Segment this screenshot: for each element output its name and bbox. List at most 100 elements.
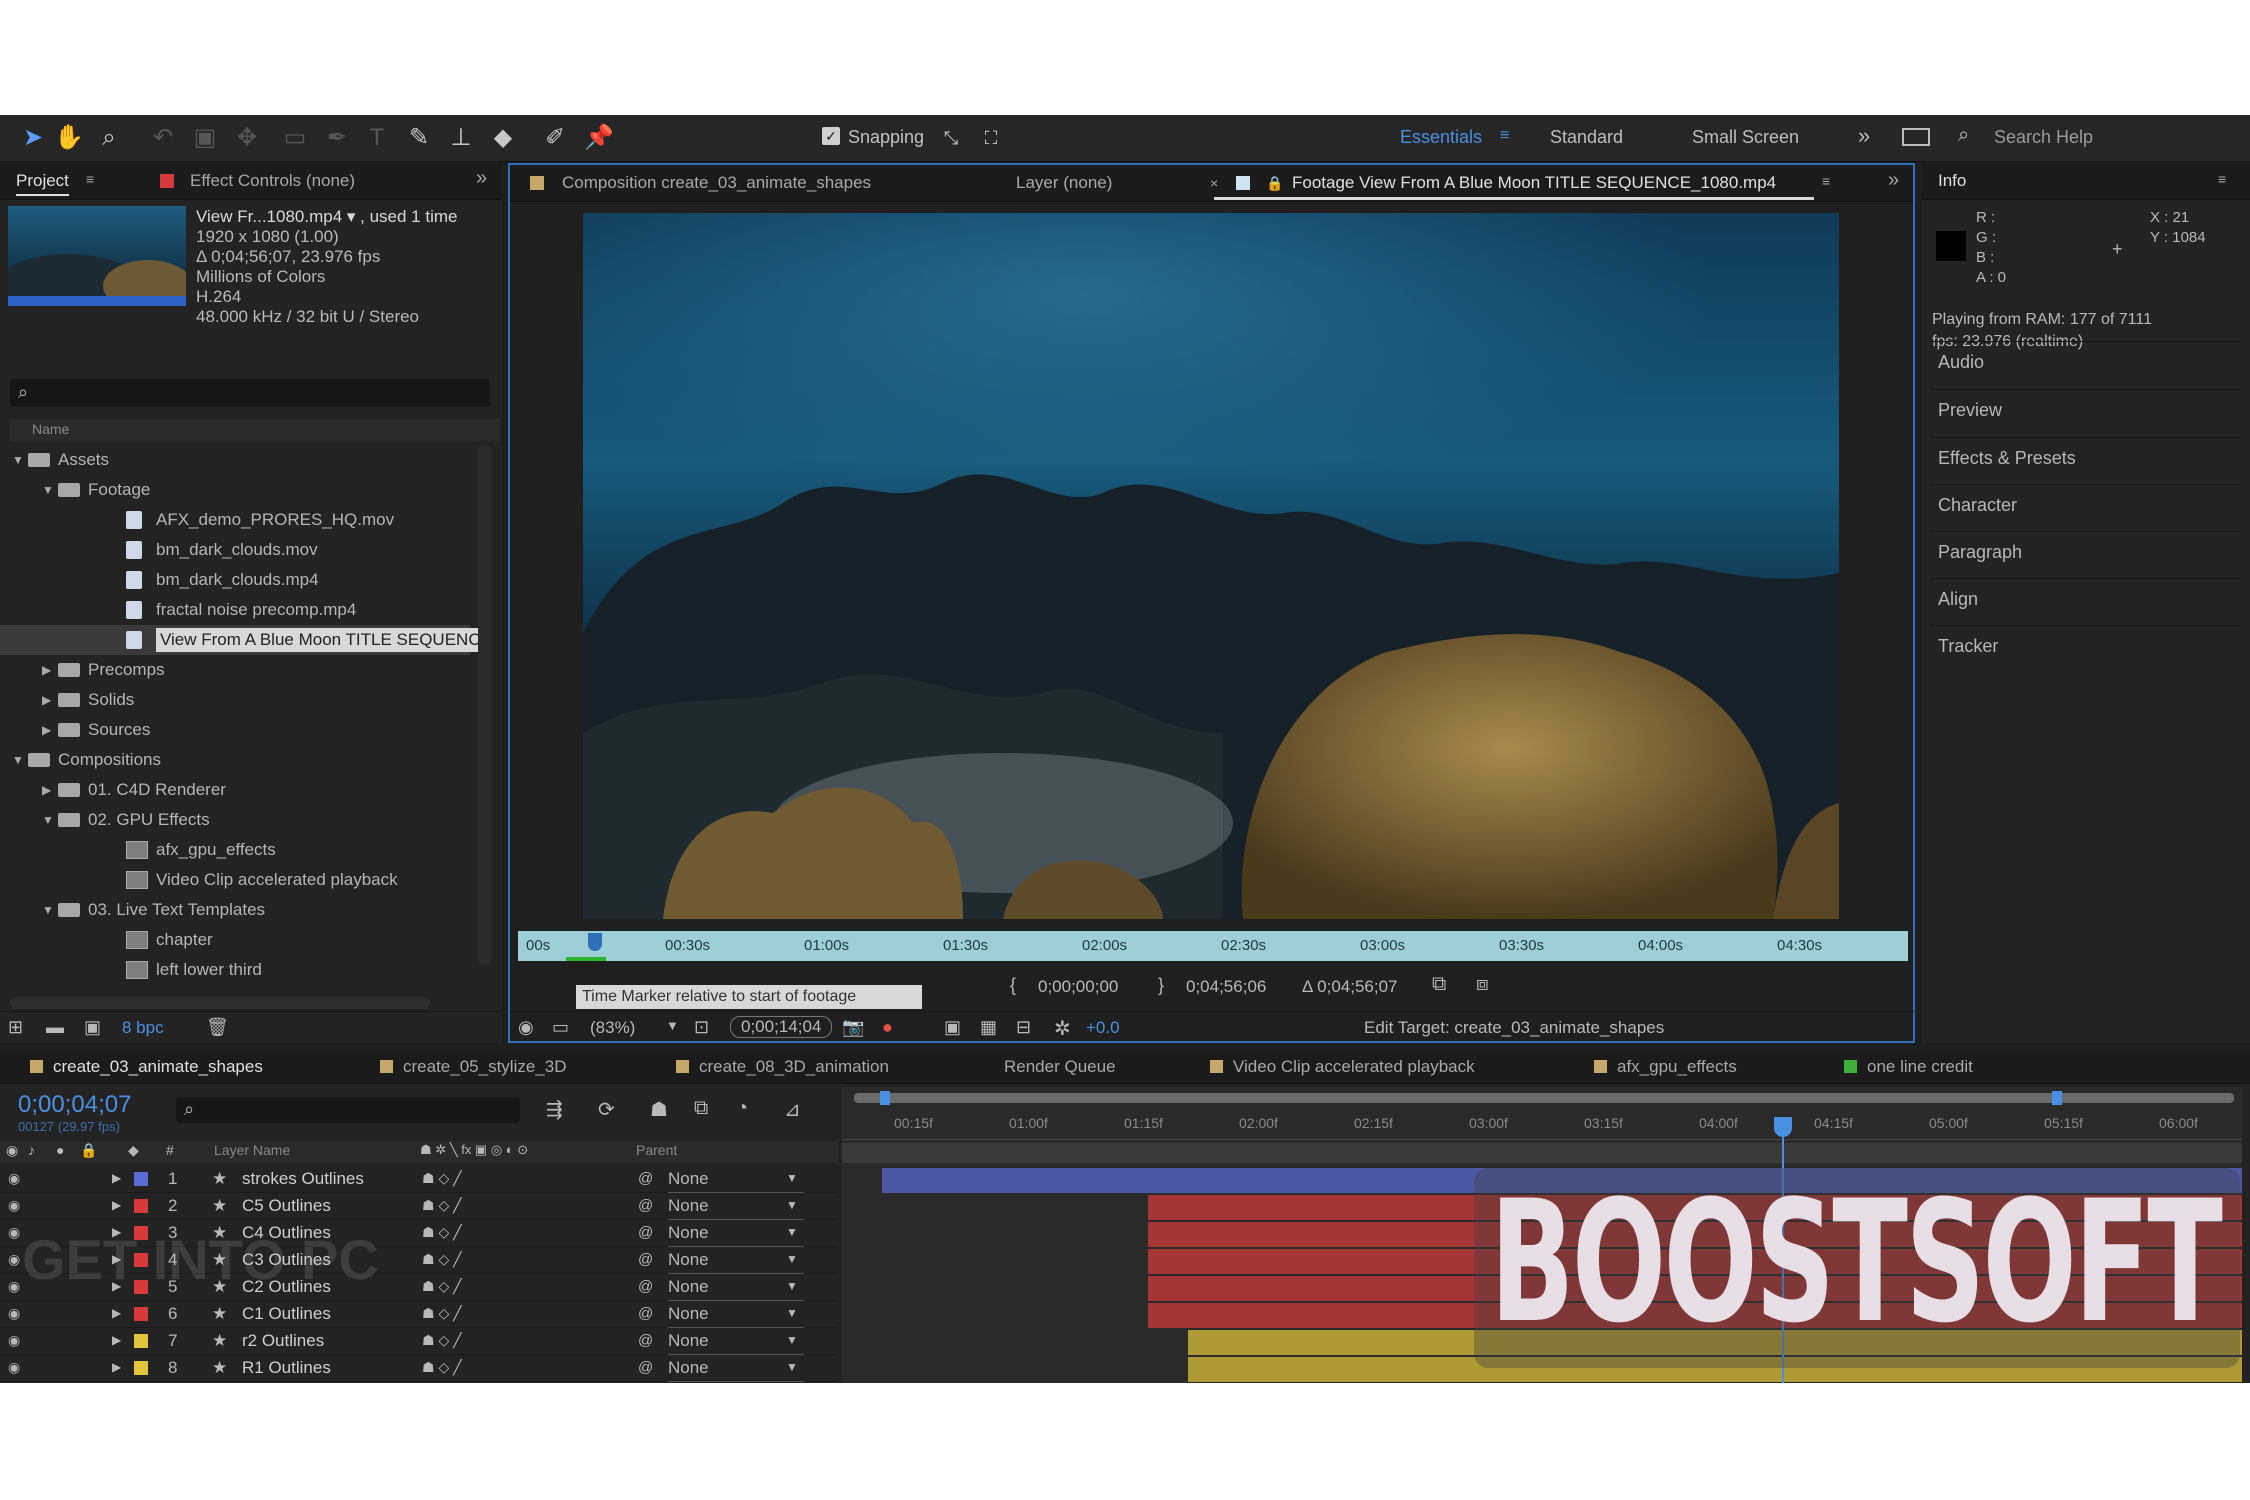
project-footage-item[interactable]: bm_dark_clouds.mov: [0, 535, 470, 565]
project-folder[interactable]: ▶ Precomps: [0, 655, 470, 685]
column-name-label[interactable]: Name: [32, 421, 69, 437]
search-help-input[interactable]: Search Help: [1994, 127, 2093, 148]
eye-icon[interactable]: ◉: [8, 1300, 20, 1327]
twirl-right-icon[interactable]: ▶: [112, 1300, 121, 1327]
parent-dropdown[interactable]: None: [668, 1246, 804, 1274]
comp-mini-flowchart-icon[interactable]: ⇶: [546, 1097, 563, 1122]
layer-label-color[interactable]: [134, 1361, 148, 1375]
draft-3d-icon[interactable]: ⊟: [1016, 1017, 1031, 1038]
viewer-menu-icon[interactable]: ≡: [1822, 173, 1830, 189]
panel-menu-icon[interactable]: ≡: [86, 171, 94, 187]
solo-column-icon[interactable]: ●: [56, 1142, 64, 1158]
tab-layer[interactable]: Layer (none): [1016, 173, 1112, 193]
panel-align[interactable]: Align: [1930, 578, 2240, 618]
panel-tracker[interactable]: Tracker: [1930, 625, 2240, 665]
eye-icon[interactable]: ◉: [8, 1327, 20, 1354]
camera-tool-icon[interactable]: ▣: [190, 123, 220, 153]
twirl-right-icon[interactable]: ▶: [112, 1354, 121, 1381]
layer-switches[interactable]: ☗ ◇ ╱: [422, 1354, 462, 1381]
hand-tool-icon[interactable]: ✋: [54, 123, 84, 153]
eraser-tool-icon[interactable]: ◆: [488, 123, 518, 153]
chevron-down-icon[interactable]: ▼: [786, 1300, 798, 1327]
twirl-right-icon[interactable]: ▶: [42, 775, 51, 805]
tab-info[interactable]: Info: [1938, 171, 1966, 191]
project-folder[interactable]: ▶ 01. C4D Renderer: [0, 775, 470, 805]
in-point-icon[interactable]: {: [1010, 975, 1016, 996]
info-menu-icon[interactable]: ≡: [2218, 171, 2226, 187]
layer-row[interactable]: ◉ ▶ 2 ★ C5 Outlines ☗ ◇ ╱ @ None ▼: [0, 1192, 838, 1220]
project-composition[interactable]: left lower third: [0, 955, 470, 985]
workspace-standard[interactable]: Standard: [1550, 127, 1623, 148]
twirl-right-icon[interactable]: ▶: [42, 655, 51, 685]
layer-label-color[interactable]: [134, 1334, 148, 1348]
twirl-down-icon[interactable]: ▼: [12, 445, 24, 475]
parent-dropdown[interactable]: None: [668, 1300, 804, 1328]
always-preview-icon[interactable]: ◉: [518, 1017, 534, 1038]
overlay-edit-icon[interactable]: ⧈: [1476, 973, 1489, 996]
eye-icon[interactable]: ◉: [8, 1246, 20, 1273]
snapping-checkbox[interactable]: ✓: [822, 127, 840, 145]
layer-row[interactable]: ◉ ▶ 6 ★ C1 Outlines ☗ ◇ ╱ @ None ▼: [0, 1300, 838, 1328]
twirl-right-icon[interactable]: ▶: [42, 715, 51, 745]
out-time-value[interactable]: 0;04;56;06: [1186, 977, 1266, 997]
project-folder[interactable]: ▼ 02. GPU Effects: [0, 805, 470, 835]
draft-3d-toggle-icon[interactable]: ⟳: [598, 1097, 615, 1122]
layer-switches[interactable]: ☗ ◇ ╱: [422, 1327, 462, 1354]
layer-name[interactable]: C1 Outlines: [242, 1300, 331, 1327]
motion-blur-icon[interactable]: ◔: [736, 1097, 748, 1120]
layer-switches[interactable]: ☗ ◇ ╱: [422, 1246, 462, 1273]
graph-editor-icon[interactable]: ⊿: [784, 1097, 801, 1122]
roto-brush-tool-icon[interactable]: ✐: [540, 123, 570, 153]
workspace-small-screen[interactable]: Small Screen: [1692, 127, 1799, 148]
project-folder[interactable]: ▶ Solids: [0, 685, 470, 715]
pick-whip-icon[interactable]: @: [638, 1327, 653, 1354]
pan-behind-tool-icon[interactable]: ✥: [232, 123, 262, 153]
color-channels-icon[interactable]: ●: [882, 1017, 893, 1038]
shy-layers-icon[interactable]: ☗: [650, 1097, 668, 1122]
pick-whip-icon[interactable]: @: [638, 1354, 653, 1381]
parent-dropdown[interactable]: None: [668, 1165, 804, 1193]
transparency-grid-icon[interactable]: ▦: [980, 1017, 997, 1038]
pick-whip-icon[interactable]: @: [638, 1192, 653, 1219]
new-folder-icon[interactable]: ▬: [46, 1017, 64, 1038]
timeline-tab[interactable]: Video Clip accelerated playback: [1210, 1057, 1475, 1077]
lock-column-icon[interactable]: 🔒: [80, 1142, 97, 1159]
layer-label-color[interactable]: [134, 1199, 148, 1213]
twirl-right-icon[interactable]: ▶: [112, 1327, 121, 1354]
project-folder[interactable]: ▼ 03. Live Text Templates: [0, 895, 470, 925]
clone-stamp-tool-icon[interactable]: ⊥: [446, 123, 476, 153]
twirl-down-icon[interactable]: ▼: [42, 895, 54, 925]
layer-name[interactable]: r2 Outlines: [242, 1327, 324, 1354]
pick-whip-icon[interactable]: @: [638, 1273, 653, 1300]
parent-dropdown[interactable]: None: [668, 1192, 804, 1220]
chevron-down-icon[interactable]: ▼: [786, 1246, 798, 1273]
chevron-down-icon[interactable]: ▼: [786, 1219, 798, 1246]
project-footage-item[interactable]: AFX_demo_PRORES_HQ.mov: [0, 505, 470, 535]
puppet-pin-tool-icon[interactable]: 📌: [584, 123, 614, 153]
playhead-handle[interactable]: [1774, 1117, 1792, 1137]
audio-column-icon[interactable]: ♪: [28, 1142, 35, 1158]
navigator-start-handle[interactable]: [880, 1091, 890, 1105]
tab-project[interactable]: Project: [16, 171, 69, 196]
lock-icon[interactable]: 🔒: [1266, 175, 1283, 192]
timeline-tab[interactable]: create_08_3D_animation: [676, 1057, 889, 1077]
project-scrollbar[interactable]: [478, 445, 492, 965]
panel-audio[interactable]: Audio: [1930, 341, 2240, 381]
frame-blending-icon[interactable]: ⧉: [694, 1097, 708, 1120]
navigator-end-handle[interactable]: [2052, 1091, 2062, 1105]
pick-whip-icon[interactable]: @: [638, 1165, 653, 1192]
viewer-overflow-icon[interactable]: »: [1888, 169, 1899, 192]
more-workspaces-icon[interactable]: »: [1858, 123, 1870, 149]
monitor-icon[interactable]: ▭: [552, 1017, 569, 1038]
twirl-right-icon[interactable]: ▶: [112, 1165, 121, 1192]
tab-effect-controls[interactable]: Effect Controls (none): [190, 171, 355, 191]
timeline-tab[interactable]: Render Queue: [1004, 1057, 1116, 1077]
pick-whip-icon[interactable]: @: [638, 1300, 653, 1327]
bpc-button[interactable]: 8 bpc: [122, 1018, 164, 1038]
panel-character[interactable]: Character: [1930, 484, 2240, 524]
layer-row[interactable]: ◉ ▶ 7 ★ r2 Outlines ☗ ◇ ╱ @ None ▼: [0, 1327, 838, 1355]
panel-preview[interactable]: Preview: [1930, 389, 2240, 429]
sync-settings-icon[interactable]: [1902, 128, 1930, 146]
project-composition[interactable]: Video Clip accelerated playback: [0, 865, 470, 895]
twirl-down-icon[interactable]: ▼: [12, 745, 24, 775]
